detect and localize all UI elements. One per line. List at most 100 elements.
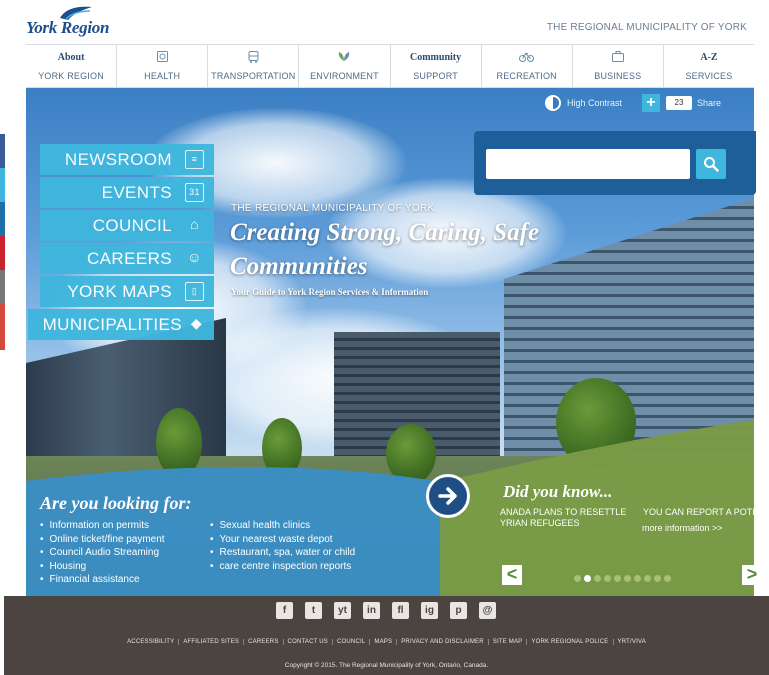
list-item[interactable]: Financial assistance (40, 573, 165, 587)
looking-for-list-right: Sexual health clinics Your nearest waste… (210, 519, 356, 574)
bicycle-icon (482, 51, 572, 65)
carousel-dot[interactable] (594, 575, 601, 582)
list-item[interactable]: Online ticket/fine payment (40, 533, 165, 547)
menu-item-municipalities[interactable]: MUNICIPALITIES ◆ (28, 309, 214, 340)
health-icon (117, 51, 207, 65)
nav-top-label: About (57, 52, 85, 63)
list-item[interactable]: Sexual health clinics (210, 519, 355, 533)
nav-item-about[interactable]: About YORK REGION (26, 45, 118, 87)
nav-label: SUPPORT (413, 71, 458, 81)
carousel-prev-button[interactable]: < (502, 565, 522, 585)
carousel-dot[interactable] (644, 575, 651, 582)
edge-share-bar-pinterest[interactable] (0, 236, 5, 270)
carousel-dot[interactable] (624, 575, 631, 582)
looking-for-list-left: Information on permits Online ticket/fin… (40, 519, 165, 587)
nav-item-community-support[interactable]: Community SUPPORT (391, 45, 482, 87)
hero-kicker: THE REGIONAL MUNICIPALITY OF YORK (231, 203, 435, 214)
edge-share-bar-twitter[interactable] (0, 168, 5, 202)
nav-top-label: A-Z (700, 52, 718, 63)
did-you-know-slide2[interactable]: YOU CAN REPORT A POTH (643, 507, 769, 517)
search-button[interactable] (696, 149, 726, 179)
nav-item-environment[interactable]: ENVIRONMENT (299, 45, 391, 87)
footer-link-accessibility[interactable]: ACCESSIBILITY (123, 639, 178, 645)
people-icon: ☺ (187, 249, 202, 265)
facebook-icon[interactable]: f (276, 602, 293, 619)
menu-item-label: YORK MAPS (67, 282, 172, 301)
carousel-dot[interactable] (574, 575, 581, 582)
more-information-link[interactable]: more information >> (642, 523, 723, 533)
hero-title: Creating Strong, Caring, Safe Communitie… (230, 216, 630, 284)
list-item[interactable]: care centre inspection reports (210, 560, 355, 574)
footer-link-privacy[interactable]: PRIVACY AND DISCLAIMER (396, 639, 488, 645)
nav-label: TRANSPORTATION (211, 71, 296, 81)
list-item[interactable]: Council Audio Streaming (40, 546, 165, 560)
nav-item-business[interactable]: BUSINESS (573, 45, 664, 87)
nav-item-recreation[interactable]: RECREATION (482, 45, 573, 87)
share-plus-icon[interactable]: + (642, 94, 660, 112)
footer-link-maps[interactable]: MAPS (369, 639, 397, 645)
carousel-next-button[interactable]: > (742, 565, 762, 585)
footer-link-yrt-viva[interactable]: YRT/VIVA (612, 639, 650, 645)
leaf-icon (299, 51, 389, 65)
edge-share-bar-google[interactable] (0, 304, 5, 350)
nav-label: YORK REGION (38, 71, 104, 81)
list-item[interactable]: Housing (40, 560, 165, 574)
footer-link-council[interactable]: COUNCIL (332, 639, 370, 645)
nav-top-label: Community (410, 52, 462, 63)
email-icon[interactable]: @ (479, 602, 496, 619)
nav-label: BUSINESS (594, 71, 642, 81)
looking-for-arrow-button[interactable] (426, 474, 470, 518)
footer-link-contact-us[interactable]: CONTACT US (282, 639, 332, 645)
nav-label: HEALTH (144, 71, 181, 81)
edge-share-bar-email[interactable] (0, 270, 5, 304)
twitter-icon[interactable]: t (305, 602, 322, 619)
pinterest-icon[interactable]: p (450, 602, 467, 619)
edge-share-bar-facebook[interactable] (0, 134, 5, 168)
search-input[interactable] (486, 149, 690, 179)
menu-item-york-maps[interactable]: YORK MAPS ▯ (40, 276, 214, 307)
flickr-icon[interactable]: fl (392, 602, 409, 619)
search-panel (474, 131, 756, 195)
main-nav: About YORK REGION HEALTH TRANSPORTATION … (26, 44, 754, 88)
share-count: 23 (666, 96, 692, 110)
menu-item-label: NEWSROOM (64, 150, 172, 169)
list-item[interactable]: Restaurant, spa, water or child (210, 546, 356, 560)
contrast-icon[interactable] (545, 95, 561, 111)
menu-item-events[interactable]: EVENTS 31 (40, 177, 214, 208)
linkedin-icon[interactable]: in (363, 602, 380, 619)
carousel-dot[interactable] (614, 575, 621, 582)
menu-item-newsroom[interactable]: NEWSROOM ≡ (40, 144, 214, 175)
youtube-icon[interactable]: yt (334, 602, 351, 619)
carousel-dot-active[interactable] (584, 575, 591, 582)
carousel-dot[interactable] (634, 575, 641, 582)
nav-item-health[interactable]: HEALTH (117, 45, 209, 87)
site-footer: f t yt in fl ig p @ ACCESSIBILITY AFFILIA… (4, 596, 769, 675)
carousel-dot[interactable] (604, 575, 611, 582)
footer-link-site-map[interactable]: SITE MAP (487, 639, 527, 645)
high-contrast-link[interactable]: High Contrast (567, 98, 622, 108)
instagram-icon[interactable]: ig (421, 602, 438, 619)
search-icon (704, 157, 719, 172)
map-icon: ▯ (185, 282, 204, 301)
list-item[interactable]: Information on permits (40, 519, 165, 533)
menu-item-council[interactable]: COUNCIL ⌂ (40, 210, 214, 241)
nav-item-az-services[interactable]: A-Z SERVICES (664, 45, 754, 87)
footer-link-police[interactable]: YORK REGIONAL POLICE (526, 639, 613, 645)
carousel-dot[interactable] (654, 575, 661, 582)
edge-share-bar-linkedin[interactable] (0, 202, 5, 236)
footer-link-affiliated-sites[interactable]: AFFILIATED SITES (178, 639, 244, 645)
nav-item-transportation[interactable]: TRANSPORTATION (208, 45, 300, 87)
calendar-icon: 31 (185, 183, 204, 202)
menu-item-label: EVENTS (101, 183, 172, 202)
site-header: York Region THE REGIONAL MUNICIPALITY OF… (0, 0, 769, 44)
carousel-dot[interactable] (664, 575, 671, 582)
footer-link-careers[interactable]: CAREERS (243, 639, 283, 645)
list-item[interactable]: Your nearest waste depot (210, 533, 355, 547)
bus-icon (208, 51, 298, 66)
slide1-line1: ANADA PLANS TO RESETTLE (500, 507, 627, 517)
did-you-know-slide1[interactable]: ANADA PLANS TO RESETTLE YRIAN REFUGEES (500, 507, 635, 529)
share-link[interactable]: Share (697, 98, 721, 108)
menu-item-careers[interactable]: CAREERS ☺ (40, 243, 214, 274)
menu-item-label: COUNCIL (92, 216, 172, 235)
york-region-logo[interactable]: York Region (26, 4, 136, 40)
